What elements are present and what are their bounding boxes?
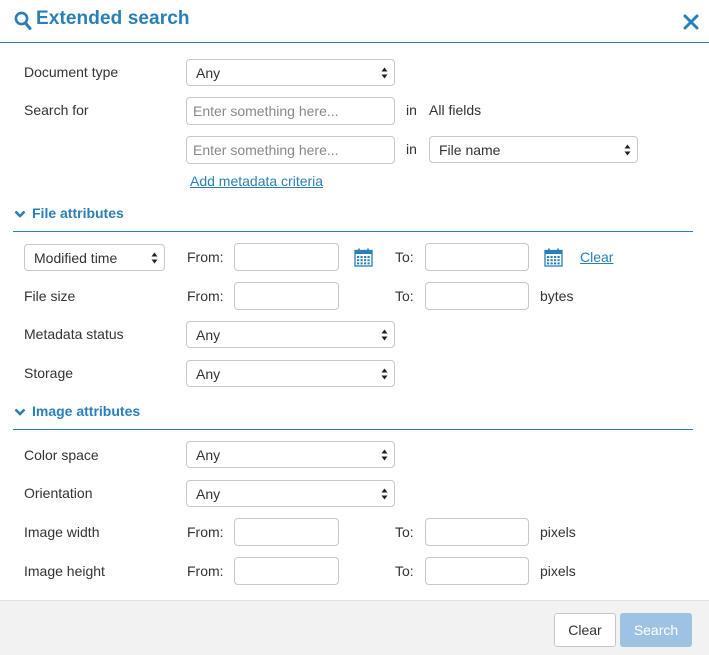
document-type-select[interactable]: Any [186, 59, 395, 86]
orientation-value: Any [196, 486, 221, 502]
height-to-label: To: [395, 563, 414, 579]
time-from-input[interactable] [234, 243, 339, 271]
time-type-value: Modified time [34, 250, 118, 266]
width-pixels-label: pixels [540, 524, 576, 540]
metadata-status-label: Metadata status [24, 326, 124, 342]
time-to-input[interactable] [425, 243, 529, 271]
field-select-value: File name [439, 142, 501, 158]
height-from-label: From: [187, 563, 224, 579]
height-to-input[interactable] [425, 557, 529, 585]
width-from-input[interactable] [234, 518, 339, 546]
file-attributes-title: File attributes [32, 205, 124, 221]
orientation-select[interactable]: Any [186, 480, 395, 507]
time-to-label: To: [395, 249, 414, 265]
section-divider [13, 429, 693, 430]
height-from-input[interactable] [234, 557, 339, 585]
add-metadata-criteria-link[interactable]: Add metadata criteria [190, 173, 323, 189]
section-divider [13, 231, 693, 232]
search-field-input[interactable]: Enter something here... [186, 136, 395, 164]
dialog-title: Extended search [36, 8, 190, 29]
image-height-label: Image height [24, 563, 105, 579]
metadata-status-select[interactable]: Any [186, 321, 395, 348]
in-label: in [406, 102, 417, 118]
close-icon[interactable] [682, 13, 700, 31]
size-from-label: From: [187, 288, 224, 304]
bytes-label: bytes [540, 288, 574, 304]
select-arrows-icon [381, 67, 388, 79]
extended-search-dialog: Extended search Document type Any Search… [0, 0, 709, 655]
select-arrows-icon [381, 449, 388, 461]
select-arrows-icon [381, 329, 388, 341]
search-for-label: Search for [24, 102, 89, 118]
storage-label: Storage [24, 365, 74, 381]
size-to-label: To: [395, 288, 414, 304]
search-button[interactable]: Search [620, 613, 692, 647]
in-label-2: in [406, 141, 417, 157]
size-to-input[interactable] [425, 282, 529, 310]
search-field-placeholder: Enter something here... [193, 142, 339, 158]
select-arrows-icon [151, 252, 158, 264]
search-input[interactable]: Enter something here... [186, 97, 395, 125]
clear-button[interactable]: Clear [554, 613, 616, 647]
chevron-down-icon [14, 408, 26, 416]
metadata-status-value: Any [196, 327, 221, 343]
search-icon [14, 11, 32, 30]
width-to-input[interactable] [425, 518, 529, 546]
height-pixels-label: pixels [540, 563, 576, 579]
document-type-label: Document type [24, 64, 119, 80]
calendar-icon[interactable] [544, 248, 563, 267]
dialog-header: Extended search [0, 0, 709, 43]
calendar-icon[interactable] [354, 248, 373, 267]
select-arrows-icon [624, 144, 631, 156]
color-space-label: Color space [24, 447, 99, 463]
width-from-label: From: [187, 524, 224, 540]
image-width-label: Image width [24, 524, 100, 540]
document-type-value: Any [196, 65, 221, 81]
color-space-select[interactable]: Any [186, 441, 395, 468]
time-from-label: From: [187, 249, 224, 265]
field-select[interactable]: File name [429, 136, 638, 163]
file-size-label: File size [24, 288, 76, 304]
orientation-label: Orientation [24, 485, 93, 501]
storage-value: Any [196, 366, 221, 382]
image-attributes-title: Image attributes [32, 403, 141, 419]
size-from-input[interactable] [234, 282, 339, 310]
width-to-label: To: [395, 524, 414, 540]
time-type-select[interactable]: Modified time [24, 244, 165, 271]
dialog-footer: Clear Search [0, 600, 709, 655]
all-fields-label: All fields [429, 102, 482, 118]
chevron-down-icon [14, 210, 26, 218]
clear-time-link[interactable]: Clear [580, 249, 613, 265]
color-space-value: Any [196, 447, 221, 463]
search-input-placeholder: Enter something here... [193, 103, 339, 119]
select-arrows-icon [381, 368, 388, 380]
select-arrows-icon [381, 488, 388, 500]
storage-select[interactable]: Any [186, 360, 395, 387]
